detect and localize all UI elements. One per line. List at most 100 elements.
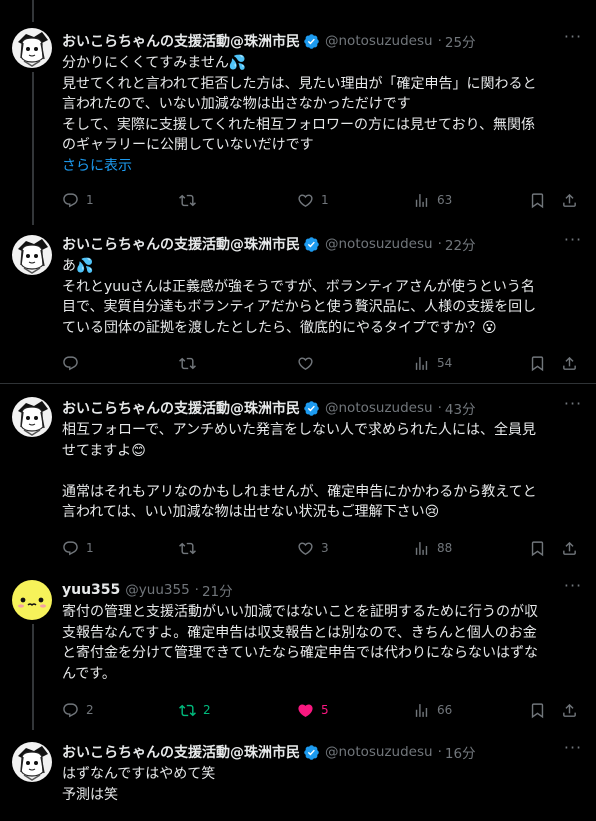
tweet-text-line: んです。 xyxy=(62,665,116,682)
avatar[interactable] xyxy=(12,742,52,782)
author-name[interactable]: おいこらちゃんの支援活動@珠洲市民 xyxy=(62,398,300,418)
avatar[interactable] xyxy=(12,235,52,275)
more-options-icon[interactable]: ··· xyxy=(562,29,584,49)
reply-button[interactable]: 1 xyxy=(62,190,96,210)
reply-button[interactable]: 2 xyxy=(62,700,96,720)
tweet[interactable]: おいこらちゃんの支援活動@珠洲市民 @notosuzudesu · 22分 ··… xyxy=(0,225,596,383)
reply-button[interactable] xyxy=(62,353,96,373)
tweet-text-line: 寄付の管理と支援活動がいい加減ではないことを証明するために行うのが収 xyxy=(62,604,538,620)
share-icon xyxy=(561,540,578,557)
verified-badge-icon xyxy=(303,236,320,253)
author-handle[interactable]: @notosuzudesu xyxy=(325,236,433,252)
retweet-button[interactable] xyxy=(179,353,213,373)
timestamp[interactable]: 22分 xyxy=(445,234,476,254)
more-options-icon[interactable]: ··· xyxy=(562,232,584,252)
heart-icon xyxy=(297,355,314,372)
like-count: 3 xyxy=(321,541,329,555)
tweet-text-line: 予測は笑 xyxy=(62,786,118,803)
author-handle[interactable]: @notosuzudesu xyxy=(325,744,433,760)
share-button[interactable] xyxy=(561,353,585,373)
separator-dot: · xyxy=(437,236,442,252)
verified-badge-icon xyxy=(303,400,320,417)
timestamp[interactable]: 21分 xyxy=(202,580,233,600)
reply-count: 1 xyxy=(86,541,94,555)
views-chart-icon xyxy=(413,355,430,372)
avatar[interactable] xyxy=(12,397,52,437)
reply-icon xyxy=(62,355,79,372)
tweet[interactable]: おいこらちゃんの支援活動@珠洲市民 @notosuzudesu · 43分 ··… xyxy=(0,384,596,570)
like-count: 1 xyxy=(321,193,329,207)
timeline: おいこらちゃんの支援活動@珠洲市民 @notosuzudesu · 25分 ··… xyxy=(0,0,596,821)
show-more-link[interactable]: さらに表示 xyxy=(62,156,584,176)
bookmark-icon xyxy=(529,702,546,719)
separator-dot: · xyxy=(194,582,199,598)
more-options-icon[interactable]: ··· xyxy=(562,578,584,598)
author-name[interactable]: おいこらちゃんの支援活動@珠洲市民 xyxy=(62,742,300,762)
retweet-button[interactable] xyxy=(179,538,213,558)
views-button[interactable]: 54 xyxy=(413,353,452,373)
tweet-text-line: あ💦 xyxy=(62,258,94,274)
author-handle[interactable]: @yuu355 xyxy=(125,582,189,598)
bookmark-button[interactable] xyxy=(529,538,553,558)
view-count: 88 xyxy=(437,541,453,555)
more-options-icon[interactable]: ··· xyxy=(562,396,584,416)
thread-connector-line xyxy=(32,624,34,730)
tweet-text: 分かりにくくてすみません💦 見せてくれと言われて拒否した方は、見たい理由が「確定… xyxy=(62,53,584,156)
reply-icon xyxy=(62,540,79,557)
share-button[interactable] xyxy=(561,538,585,558)
like-count: 5 xyxy=(321,703,329,717)
author-name[interactable]: yuu355 xyxy=(62,582,120,598)
action-bar: 1 3 88 xyxy=(62,538,584,558)
tweet-text-line: 分かりにくくてすみません💦 xyxy=(62,55,247,71)
timestamp[interactable]: 43分 xyxy=(445,398,476,418)
tweet-text-line: それとyuuさんは正義感が強そうですが、ボランティアさんが使うという名 xyxy=(62,278,535,295)
like-button[interactable]: 3 xyxy=(297,538,331,558)
tweet-text-line: はずなんですはやめて笑 xyxy=(62,766,216,782)
tweet-text: あ💦 それとyuuさんは正義感が強そうですが、ボランティアさんが使うという名 目… xyxy=(62,256,584,338)
more-options-icon[interactable]: ··· xyxy=(562,740,584,760)
author-name[interactable]: おいこらちゃんの支援活動@珠洲市民 xyxy=(62,31,300,51)
retweet-button[interactable] xyxy=(179,190,213,210)
share-button[interactable] xyxy=(561,190,585,210)
bookmark-button[interactable] xyxy=(529,700,553,720)
avatar[interactable] xyxy=(12,580,52,620)
share-icon xyxy=(561,192,578,209)
bookmark-icon xyxy=(529,192,546,209)
tweet-text-line: 見せてくれと言われて拒否した方は、見たい理由が「確定申告」に関わると xyxy=(62,75,537,92)
tweet-text-line: 相互フォローで、アンチめいた発言をしない人で求められた人には、全員見 xyxy=(62,422,537,438)
timestamp[interactable]: 16分 xyxy=(445,742,476,762)
bookmark-button[interactable] xyxy=(529,190,553,210)
views-chart-icon xyxy=(413,702,430,719)
heart-icon xyxy=(297,540,314,557)
thread-connector-line xyxy=(32,72,34,225)
retweet-count: 2 xyxy=(203,703,211,717)
retweet-icon xyxy=(179,355,196,372)
views-button[interactable]: 88 xyxy=(413,538,452,558)
timestamp[interactable]: 25分 xyxy=(445,31,476,51)
tweet-text-line: 支報告なんですよ。確定申告は収支報告とは別なので、きちんと個人のお金 xyxy=(62,624,537,641)
views-button[interactable]: 63 xyxy=(413,190,452,210)
views-button[interactable]: 66 xyxy=(413,700,452,720)
share-button[interactable] xyxy=(561,700,585,720)
view-count: 54 xyxy=(437,356,453,370)
tweet[interactable]: おいこらちゃんの支援活動@珠洲市民 @notosuzudesu · 25分 ··… xyxy=(0,0,596,225)
author-name[interactable]: おいこらちゃんの支援活動@珠洲市民 xyxy=(62,234,300,254)
like-button[interactable]: 1 xyxy=(297,190,331,210)
reply-button[interactable]: 1 xyxy=(62,538,96,558)
author-handle[interactable]: @notosuzudesu xyxy=(325,33,433,49)
bookmark-icon xyxy=(529,355,546,372)
separator-dot: · xyxy=(437,400,442,416)
bookmark-button[interactable] xyxy=(529,353,553,373)
views-chart-icon xyxy=(413,192,430,209)
retweet-icon xyxy=(179,192,196,209)
retweet-icon xyxy=(179,702,196,719)
tweet[interactable]: yuu355 @yuu355 · 21分 ··· 寄付の管理と支援活動がいい加減… xyxy=(0,570,596,730)
author-handle[interactable]: @notosuzudesu xyxy=(325,400,433,416)
avatar[interactable] xyxy=(12,28,52,68)
like-button[interactable]: 5 xyxy=(297,700,331,720)
action-bar: 1 1 63 xyxy=(62,190,584,210)
tweet[interactable]: おいこらちゃんの支援活動@珠洲市民 @notosuzudesu · 16分 ··… xyxy=(0,730,596,821)
retweet-button[interactable]: 2 xyxy=(179,700,213,720)
tweet-text-line: 言われては、いい加減な物は出せない状況もご理解下さい😢 xyxy=(62,504,440,520)
like-button[interactable] xyxy=(297,353,331,373)
